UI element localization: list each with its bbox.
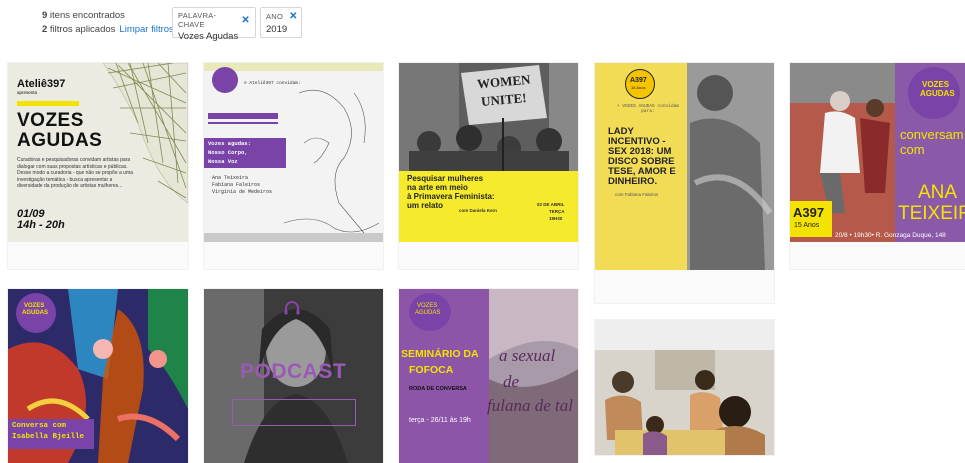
card-thumbnail[interactable]: e Ateliê397 convidam: Vozes agudas: Noss… xyxy=(204,63,383,242)
badge-label-1: VOZES xyxy=(417,303,438,309)
speaker: com Daniela Kern xyxy=(459,208,498,213)
poster-title-2: na arte em meio xyxy=(407,183,468,192)
result-card[interactable]: VOZES AGUDAS Conversa com Isabella Bjeil… xyxy=(8,289,188,463)
poster-title-6: DINHEIRO. xyxy=(608,176,658,187)
card-thumbnail[interactable]: A397 15 Anos + VOZES AGUDAS convidam par… xyxy=(595,63,774,270)
poster-title-2: com xyxy=(900,142,925,157)
card-thumbnail[interactable]: VOZES AGUDAS conversam com ANA TEIXEIRA … xyxy=(790,63,965,242)
result-card[interactable]: A397 15 Anos + VOZES AGUDAS convidam par… xyxy=(595,63,774,303)
poster-title-2: Isabella Bjeille xyxy=(12,433,85,441)
poster-subtitle: RODA DE CONVERSA xyxy=(409,386,467,392)
purple-strip xyxy=(208,122,278,124)
guest-name-2: Fabiana Faleiros xyxy=(212,182,261,188)
filter-chip-year: ANO ✕ 2019 xyxy=(260,7,302,38)
badge-label-1: VOZES xyxy=(24,303,45,309)
filter-chip-key: PALAVRA-CHAVE xyxy=(178,11,217,29)
poster-title-4: um relato xyxy=(407,201,444,210)
filter-chip-value: Vozes Agudas xyxy=(178,31,239,42)
filters-count-label: filtros aplicados xyxy=(47,24,116,35)
guest-name-1: Ana Teixeira xyxy=(212,175,249,181)
poster-time: 14h - 20h xyxy=(17,219,65,231)
yellow-bar xyxy=(17,101,79,106)
result-card[interactable]: WOMEN UNITE! Pesquisar mulheres na arte … xyxy=(399,63,578,269)
card-footer xyxy=(790,242,965,269)
card-thumbnail[interactable]: PODCAST xyxy=(204,289,383,463)
poster-title-1: Pesquisar mulheres xyxy=(407,174,484,183)
card-footer xyxy=(595,270,774,303)
logo-label: A397 xyxy=(793,205,825,220)
result-card[interactable]: VOZES AGUDAS SEMINÁRIO DA FOFOCA RODA DE… xyxy=(399,289,578,463)
card-footer xyxy=(8,242,188,269)
result-card[interactable] xyxy=(595,320,774,455)
outlined-box xyxy=(232,399,356,426)
result-card[interactable]: e Ateliê397 convidam: Vozes agudas: Noss… xyxy=(204,63,383,269)
poster-title: PODCAST xyxy=(240,360,347,383)
result-card[interactable]: PODCAST xyxy=(204,289,383,463)
purple-strip xyxy=(208,113,278,119)
logo-sub: 15 Anos xyxy=(794,222,820,229)
results-summary: 9 itens encontrados 2 filtros aplicados L… xyxy=(42,9,174,37)
badge-label-2: AGUDAS xyxy=(22,310,49,316)
vozes-agudas-badge xyxy=(212,67,238,93)
brand-sub: apresenta xyxy=(17,90,38,95)
badge-label-2: AGUDAS xyxy=(920,89,955,98)
guest-name-1: ANA xyxy=(918,182,958,203)
headphones-icon xyxy=(284,301,300,315)
invite-text: e Ateliê397 convidam: xyxy=(244,81,301,86)
script-text-1: a sexual xyxy=(499,346,556,365)
badge-label: A397 xyxy=(630,77,647,84)
clear-filters-link[interactable]: Limpar filtros xyxy=(119,24,173,35)
event-date: 02 DE ABRIL xyxy=(537,202,565,207)
subheading: + VOZES AGUDAS convidam para: xyxy=(616,104,680,114)
event-date: terça - 26/11 às 19h xyxy=(409,417,471,424)
remove-filter-icon[interactable]: ✕ xyxy=(241,15,250,26)
script-text-3: fulana de tal xyxy=(487,396,573,415)
card-thumbnail[interactable]: VOZES AGUDAS Conversa com Isabella Bjeil… xyxy=(8,289,188,463)
filter-bar: 9 itens encontrados 2 filtros aplicados L… xyxy=(0,0,965,46)
poster-title-1: VOZES xyxy=(17,110,84,131)
guest-name-3: Virgínia de Medeiros xyxy=(212,189,273,195)
result-card[interactable]: VOZES AGUDAS conversam com ANA TEIXEIRA … xyxy=(790,63,965,269)
poster-title-1: Conversa com xyxy=(12,422,67,430)
event-day: TERÇA xyxy=(549,209,565,214)
badge-label-1: VOZES xyxy=(922,80,950,89)
poster-title-3: à Primavera Feminista: xyxy=(407,192,495,201)
card-thumbnail[interactable]: Ateliê397 apresenta VOZES AGUDAS Curador… xyxy=(8,63,188,242)
speaker: com Fabiana Faleiros xyxy=(615,192,659,197)
filter-chip-keyword: PALAVRA-CHAVE ✕ Vozes Agudas xyxy=(172,7,256,42)
event-time: 19H30 xyxy=(549,216,563,221)
poster-title-2: Nosso Corpo, xyxy=(208,149,248,156)
card-footer xyxy=(204,242,383,269)
event-details: 20/8 • 19h30• R. Gonzaga Duque, 148 xyxy=(835,232,946,239)
remove-filter-icon[interactable]: ✕ xyxy=(289,11,298,22)
result-card[interactable]: Ateliê397 apresenta VOZES AGUDAS Curador… xyxy=(8,63,188,269)
group-photo xyxy=(595,320,774,455)
results-count-label: itens encontrados xyxy=(47,10,125,21)
poster-title-1: SEMINÁRIO DA xyxy=(401,348,479,360)
poster-title-2: AGUDAS xyxy=(17,130,103,151)
guest-name-2: TEIXEIRA xyxy=(898,203,965,224)
card-thumbnail[interactable]: WOMEN UNITE! Pesquisar mulheres na arte … xyxy=(399,63,578,242)
script-text-2: de xyxy=(503,372,520,391)
badge-sub: 15 Anos xyxy=(631,85,646,90)
poster-title-3: Nossa Voz xyxy=(208,158,238,165)
brand-label: Ateliê397 xyxy=(17,78,66,90)
filter-chip-key: ANO xyxy=(266,12,284,21)
card-thumbnail[interactable] xyxy=(595,320,774,455)
poster-title-1: Vozes agudas: xyxy=(208,140,251,147)
filter-chip-value: 2019 xyxy=(266,24,288,35)
card-footer xyxy=(399,242,578,269)
poster-title-2: FOFOCA xyxy=(409,364,454,376)
card-thumbnail[interactable]: VOZES AGUDAS SEMINÁRIO DA FOFOCA RODA DE… xyxy=(399,289,578,463)
poster-body: Curadoras e pesquisadoras convidam artis… xyxy=(17,157,133,189)
badge-label-2: AGUDAS xyxy=(415,310,441,316)
poster-title-1: conversam xyxy=(900,127,964,142)
